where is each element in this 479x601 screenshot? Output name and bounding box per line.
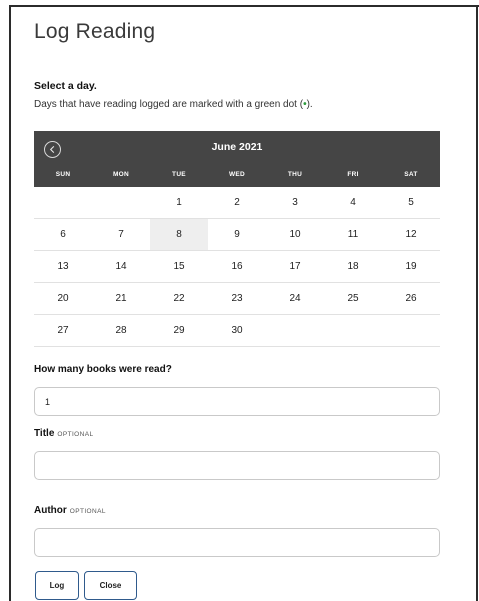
calendar-day-27[interactable]: 27	[34, 315, 92, 347]
calendar-day-1[interactable]: 1	[150, 187, 208, 219]
month-label: June 2021	[211, 141, 263, 153]
dialog-border-left	[9, 5, 11, 601]
calendar-day-26[interactable]: 26	[382, 283, 440, 315]
calendar-empty-cell	[382, 315, 440, 347]
hint-suffix: ).	[306, 99, 313, 110]
calendar-day-11[interactable]: 11	[324, 219, 382, 251]
calendar-day-18[interactable]: 18	[324, 251, 382, 283]
calendar-empty-cell	[34, 187, 92, 219]
calendar-empty-cell	[324, 315, 382, 347]
calendar-header: June 2021 SUN MON TUE WED THU FRI SAT	[34, 131, 440, 187]
calendar-day-28[interactable]: 28	[92, 315, 150, 347]
calendar: June 2021 SUN MON TUE WED THU FRI SAT 12345678…	[34, 131, 440, 347]
logged-days-hint: Days that have reading logged are marked…	[34, 99, 313, 110]
calendar-day-14[interactable]: 14	[92, 251, 150, 283]
calendar-day-3[interactable]: 3	[266, 187, 324, 219]
calendar-day-19[interactable]: 19	[382, 251, 440, 283]
weekday-tue: TUE	[172, 171, 186, 178]
calendar-day-5[interactable]: 5	[382, 187, 440, 219]
calendar-day-6[interactable]: 6	[34, 219, 92, 251]
calendar-day-17[interactable]: 17	[266, 251, 324, 283]
log-button[interactable]: Log	[35, 571, 79, 600]
calendar-day-10[interactable]: 10	[266, 219, 324, 251]
weekday-mon: MON	[112, 171, 130, 178]
dialog-border-top	[9, 5, 479, 7]
calendar-day-22[interactable]: 22	[150, 283, 208, 315]
calendar-empty-cell	[266, 315, 324, 347]
author-label: Author OPTIONAL	[34, 505, 106, 516]
close-button[interactable]: Close	[84, 571, 137, 600]
calendar-day-12[interactable]: 12	[382, 219, 440, 251]
calendar-day-13[interactable]: 13	[34, 251, 92, 283]
select-day-label: Select a day.	[34, 80, 97, 92]
calendar-day-16[interactable]: 16	[208, 251, 266, 283]
calendar-day-grid: 1 2 3 4 5 6 7 8 9 10 11 12 13 14 15 16 17 18 19 20 21 22 23 24 2…	[34, 187, 440, 347]
hint-prefix: Days that have reading logged are marked…	[34, 99, 304, 110]
calendar-day-8[interactable]: 8	[150, 219, 208, 251]
calendar-day-29[interactable]: 29	[150, 315, 208, 347]
calendar-day-30[interactable]: 30	[208, 315, 266, 347]
author-label-text: Author	[34, 505, 67, 516]
author-input[interactable]	[34, 528, 440, 557]
title-label-text: Title	[34, 428, 55, 439]
calendar-day-4[interactable]: 4	[324, 187, 382, 219]
calendar-day-15[interactable]: 15	[150, 251, 208, 283]
calendar-day-20[interactable]: 20	[34, 283, 92, 315]
weekday-thu: THU	[287, 171, 303, 178]
weekday-sun: SUN	[55, 171, 71, 178]
calendar-day-23[interactable]: 23	[208, 283, 266, 315]
calendar-empty-cell	[92, 187, 150, 219]
calendar-day-24[interactable]: 24	[266, 283, 324, 315]
calendar-day-9[interactable]: 9	[208, 219, 266, 251]
dialog-border-right	[476, 5, 478, 601]
weekday-fri: FRI	[347, 171, 359, 178]
books-read-label: How many books were read?	[34, 364, 172, 375]
calendar-day-7[interactable]: 7	[92, 219, 150, 251]
author-optional-tag: OPTIONAL	[69, 508, 106, 515]
dialog-title: Log Reading	[34, 20, 156, 43]
title-optional-tag: OPTIONAL	[57, 431, 94, 438]
weekday-header-row: SUN MON TUE WED THU FRI SAT	[34, 171, 440, 178]
title-input[interactable]	[34, 451, 440, 480]
calendar-day-25[interactable]: 25	[324, 283, 382, 315]
title-label: Title OPTIONAL	[34, 428, 93, 439]
books-read-input[interactable]	[34, 387, 440, 416]
weekday-wed: WED	[228, 171, 246, 178]
weekday-sat: SAT	[404, 171, 418, 178]
calendar-day-21[interactable]: 21	[92, 283, 150, 315]
calendar-day-2[interactable]: 2	[208, 187, 266, 219]
